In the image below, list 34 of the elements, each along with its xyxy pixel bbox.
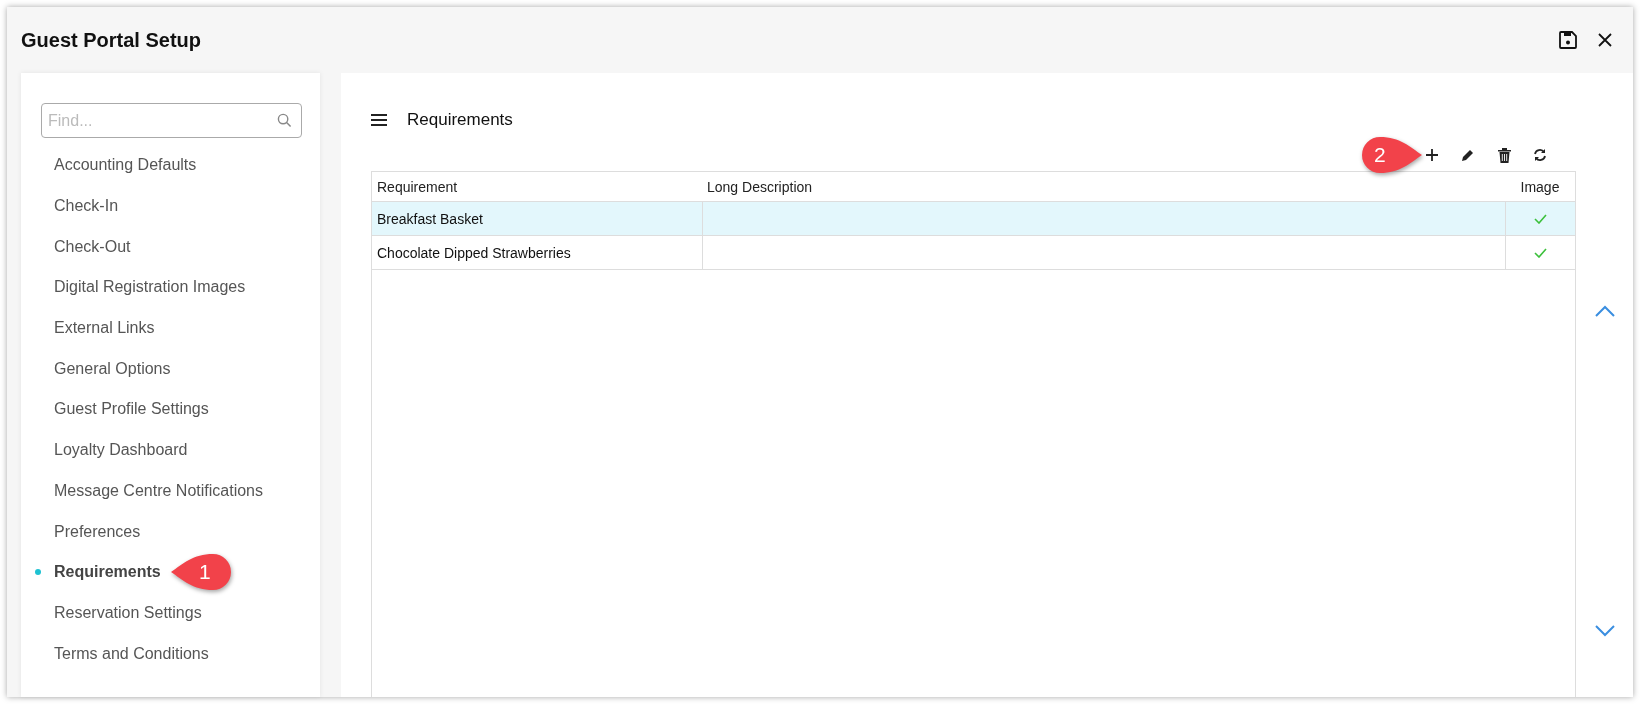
sidebar-item[interactable]: Digital Registration Images bbox=[54, 278, 246, 297]
sidebar-item[interactable]: Preferences bbox=[54, 522, 141, 541]
section-title: Requirements bbox=[407, 110, 513, 130]
refresh-icon bbox=[1533, 148, 1547, 162]
table-row[interactable]: Chocolate Dipped Strawberries bbox=[371, 235, 1576, 270]
column-header: Requirement bbox=[371, 171, 702, 202]
sidebar-item[interactable]: General Options bbox=[54, 359, 171, 378]
table-cell: Breakfast Basket bbox=[371, 201, 702, 236]
save-icon bbox=[1559, 31, 1577, 49]
table-cell: Chocolate Dipped Strawberries bbox=[371, 235, 702, 270]
sidebar-item[interactable]: Check-Out bbox=[54, 237, 131, 256]
column-header: Long Description bbox=[702, 171, 1505, 202]
sidebar-item[interactable]: Check-In bbox=[54, 197, 119, 216]
pencil-icon bbox=[1461, 148, 1475, 162]
sidebar-item[interactable]: External Links bbox=[54, 319, 155, 338]
sidebar-item[interactable]: Terms and Conditions bbox=[54, 644, 209, 663]
search-icon bbox=[277, 113, 292, 128]
search-field[interactable]: Find... bbox=[41, 103, 302, 138]
sidebar-item[interactable]: Message Centre Notifications bbox=[54, 481, 263, 500]
menu-icon[interactable] bbox=[371, 113, 387, 127]
chevron-down-icon[interactable] bbox=[1594, 625, 1615, 637]
sidebar-item[interactable]: Accounting Defaults bbox=[54, 156, 197, 175]
chevron-up-icon[interactable] bbox=[1594, 305, 1615, 317]
callout-badge: 1 bbox=[169, 551, 233, 592]
column-header: Image bbox=[1505, 171, 1576, 202]
window-title: Guest Portal Setup bbox=[21, 28, 203, 52]
sidebar-item[interactable]: Guest Profile Settings bbox=[54, 400, 209, 419]
close-icon bbox=[1597, 32, 1613, 48]
sidebar-item[interactable]: Requirements bbox=[54, 563, 161, 582]
add-icon bbox=[1425, 148, 1439, 162]
sidebar-item[interactable]: Reservation Settings bbox=[54, 603, 202, 622]
sidebar-item[interactable]: Loyalty Dashboard bbox=[54, 441, 188, 460]
callout-badge: 2 bbox=[1360, 135, 1424, 175]
trash-icon bbox=[1497, 147, 1511, 163]
